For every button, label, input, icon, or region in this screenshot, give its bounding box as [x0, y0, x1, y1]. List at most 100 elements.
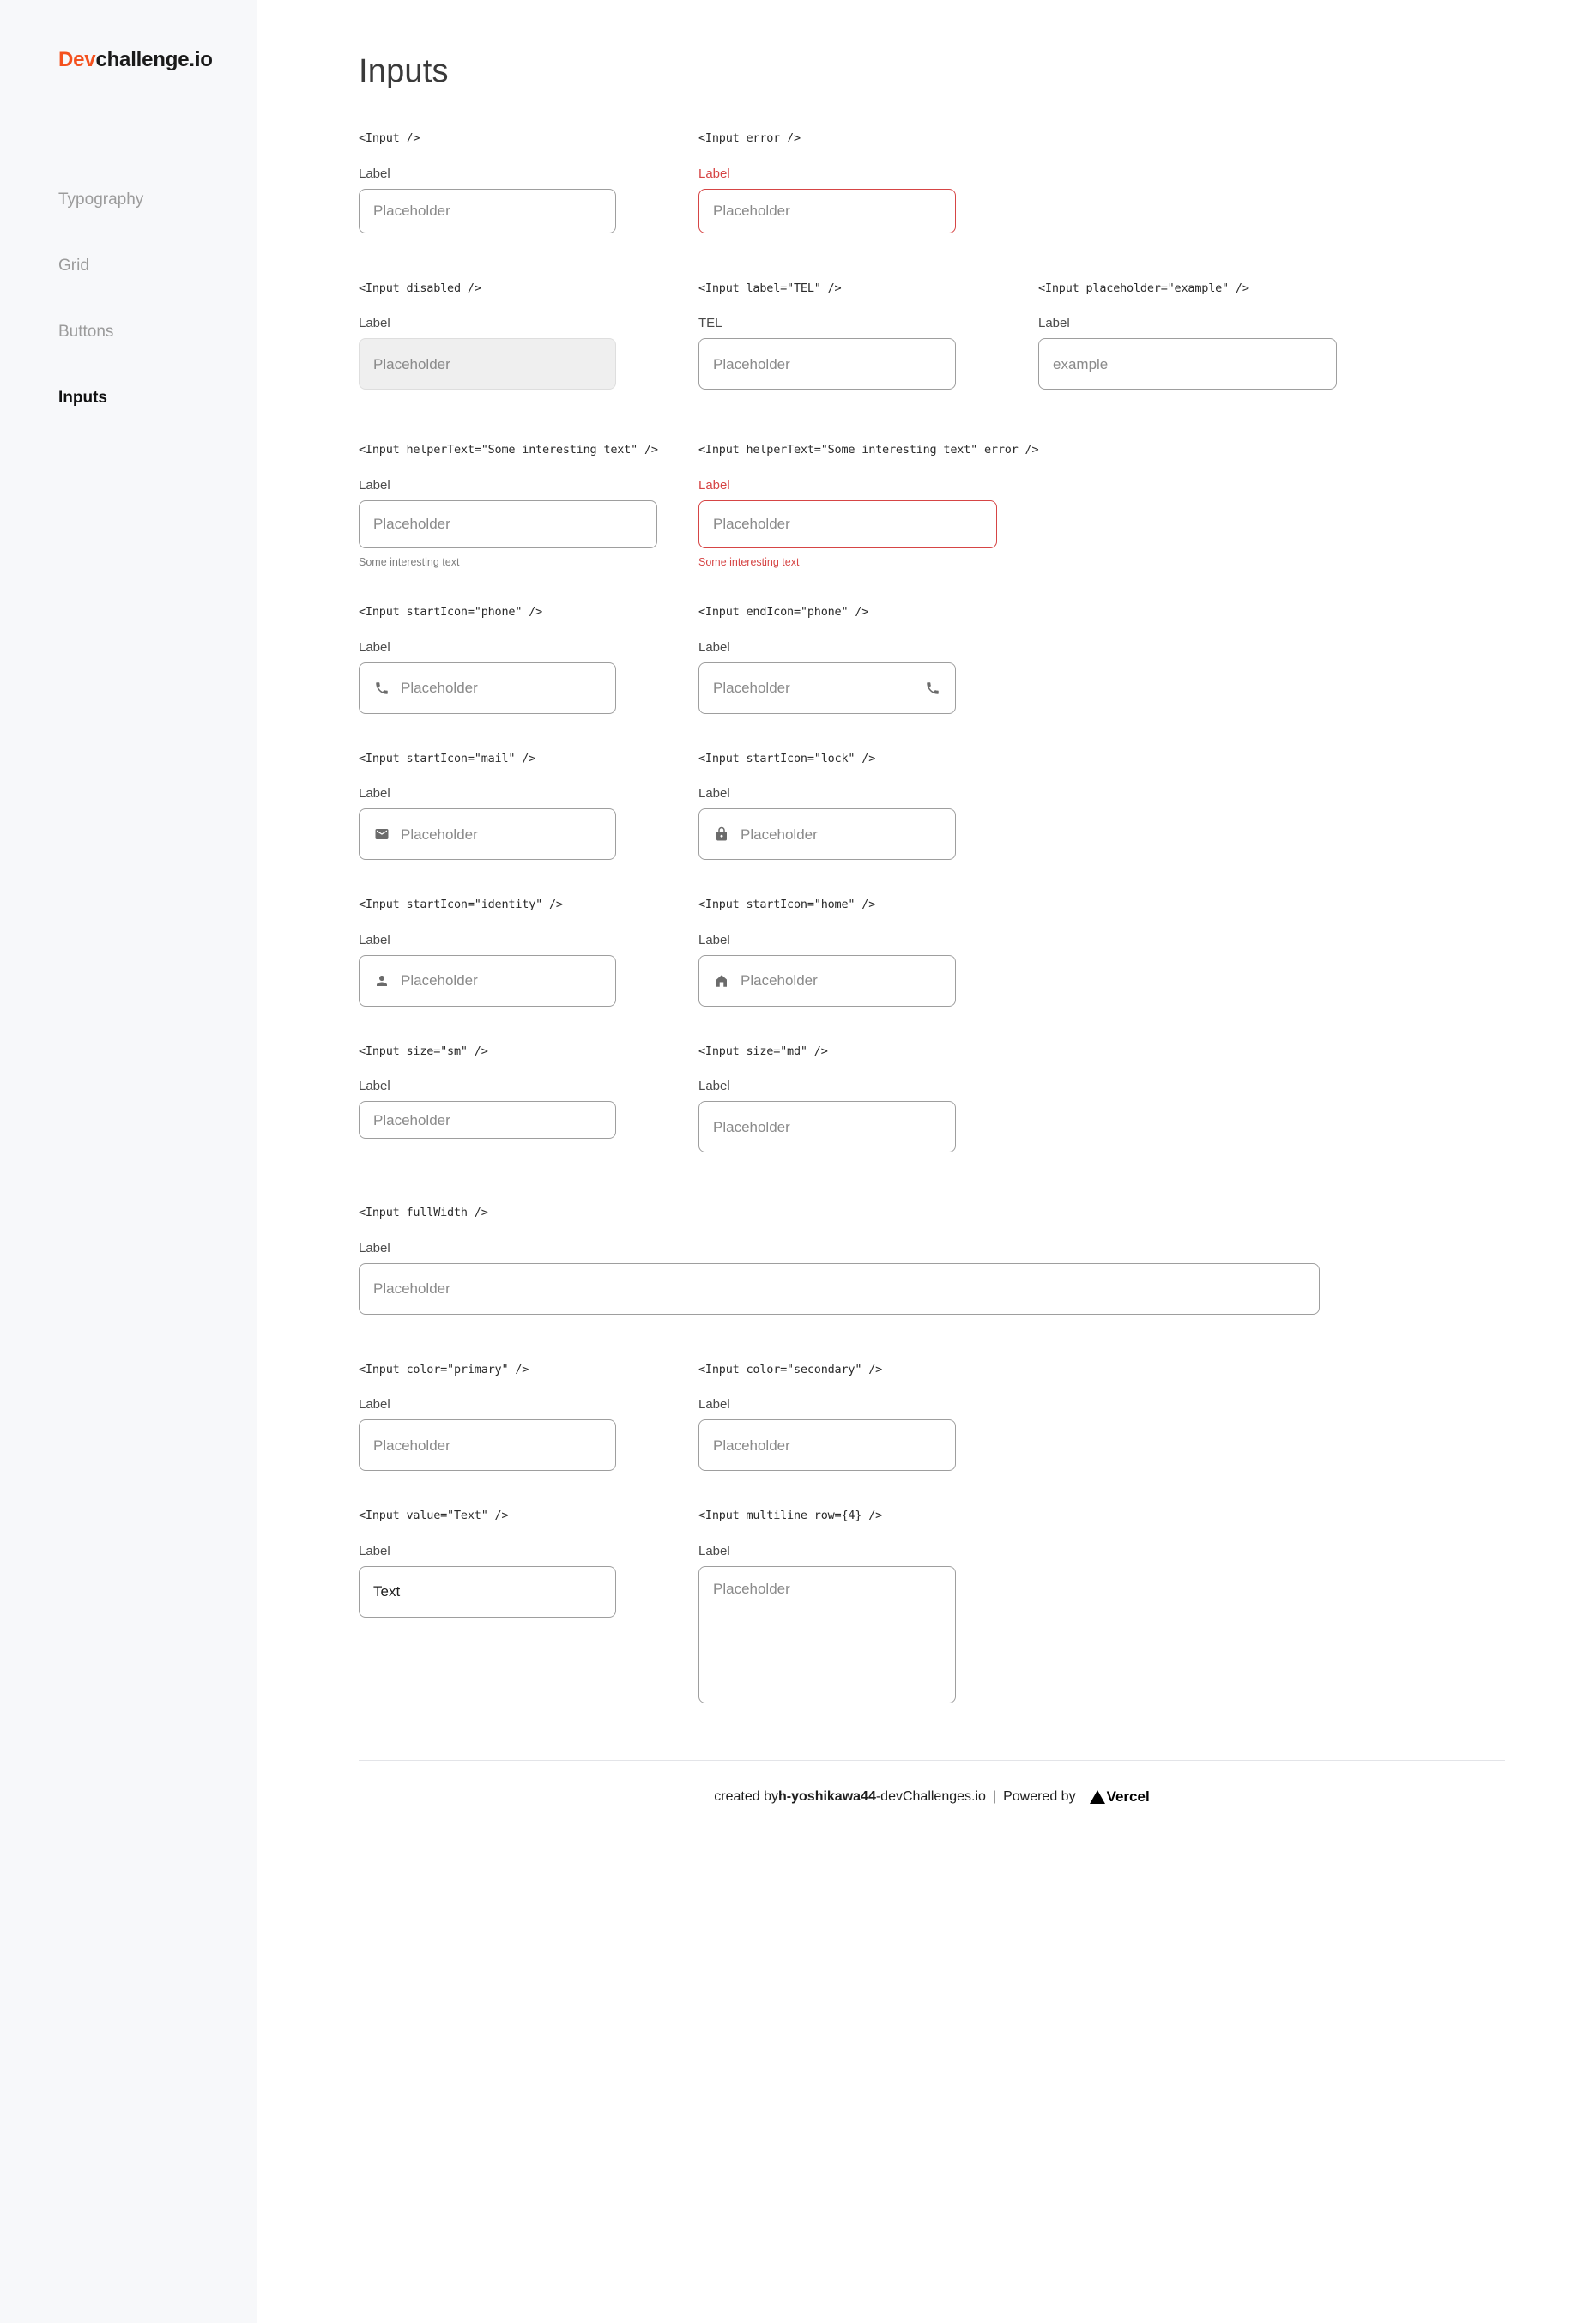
input-error[interactable]: Placeholder	[698, 189, 956, 233]
example-start-lock: <Input startIcon="lock" /> Label Placeho…	[698, 753, 1038, 861]
input-fullwidth[interactable]: Placeholder	[359, 1263, 1320, 1315]
row-basic-error: <Input /> Label Placeholder <Input error…	[359, 133, 1596, 233]
input-start-identity[interactable]: Placeholder	[359, 955, 616, 1007]
row-identity-home: <Input startIcon="identity" /> Label Pla…	[359, 899, 1596, 1007]
sidebar-item-grid[interactable]: Grid	[0, 233, 257, 299]
example-start-identity: <Input startIcon="identity" /> Label Pla…	[359, 899, 698, 1007]
lock-icon	[713, 826, 730, 843]
helper-text: Some interesting text	[698, 557, 1038, 568]
input-basic[interactable]: Placeholder	[359, 189, 616, 233]
field-group: Label Placeholder	[359, 787, 698, 860]
spacer	[359, 567, 1596, 607]
sidebar-item-buttons[interactable]: Buttons	[0, 299, 257, 365]
input-value-text[interactable]: Text	[359, 1566, 616, 1618]
mail-icon	[373, 826, 390, 843]
vercel-logo[interactable]: Vercel	[1090, 1788, 1150, 1806]
code-label: <Input placeholder="example" />	[1038, 283, 1378, 295]
input-placeholder: Placeholder	[401, 827, 478, 842]
input-placeholder: Placeholder	[741, 973, 818, 988]
input-label: TEL	[698, 317, 1038, 330]
input-label: Label	[359, 317, 698, 330]
input-label: Label	[359, 479, 698, 492]
vercel-label: Vercel	[1107, 1788, 1150, 1806]
example-multiline: <Input multiline row={4} /> Label Placeh…	[698, 1510, 1038, 1703]
field-group: Label Placeholder	[359, 317, 698, 390]
phone-icon	[924, 680, 941, 697]
input-size-sm[interactable]: Placeholder	[359, 1101, 616, 1139]
sidebar-nav: Typography Grid Buttons Inputs	[0, 166, 257, 431]
main-content: Inputs <Input /> Label Placeholder <Inpu…	[257, 0, 1596, 2323]
footer-author[interactable]: h-yoshikawa44	[778, 1789, 876, 1805]
code-label: <Input endIcon="phone" />	[698, 607, 1038, 619]
input-start-home[interactable]: Placeholder	[698, 955, 956, 1007]
code-label: <Input fullWidth />	[359, 1207, 1320, 1219]
field-group: Label Placeholder	[698, 787, 1038, 860]
input-tel[interactable]: Placeholder	[698, 338, 956, 390]
footer: created by h-yoshikawa44 - devChallenges…	[359, 1761, 1505, 1833]
phone-icon	[373, 680, 390, 697]
input-start-lock[interactable]: Placeholder	[698, 808, 956, 860]
page-title: Inputs	[359, 53, 1596, 90]
input-placeholder: Placeholder	[401, 681, 478, 695]
example-placeholder: <Input placeholder="example" /> Label ex…	[1038, 283, 1378, 390]
input-size-md[interactable]: Placeholder	[698, 1101, 956, 1152]
input-multiline[interactable]: Placeholder	[698, 1566, 956, 1703]
example-helper: <Input helperText="Some interesting text…	[359, 445, 698, 567]
row-disabled-tel-example: <Input disabled /> Label Placeholder <In…	[359, 283, 1596, 390]
example-color-primary: <Input color="primary" /> Label Placehol…	[359, 1364, 698, 1472]
footer-separator: |	[993, 1789, 996, 1805]
input-color-primary[interactable]: Placeholder	[359, 1419, 616, 1471]
input-end-phone[interactable]: Placeholder	[698, 662, 956, 714]
example-fullwidth: <Input fullWidth /> Label Placeholder	[359, 1207, 1320, 1315]
spacer	[359, 233, 1596, 283]
footer-powered-by: Powered by	[1003, 1789, 1076, 1805]
row-sizes: <Input size="sm" /> Label Placeholder <I…	[359, 1046, 1596, 1153]
code-label: <Input startIcon="home" />	[698, 899, 1038, 911]
input-color-secondary[interactable]: Placeholder	[698, 1419, 956, 1471]
field-group: Label Placeholder	[698, 1398, 1038, 1471]
input-start-mail[interactable]: Placeholder	[359, 808, 616, 860]
example-error: <Input error /> Label Placeholder	[698, 133, 1038, 233]
code-label: <Input startIcon="identity" />	[359, 899, 698, 911]
input-placeholder: Placeholder	[741, 827, 818, 842]
sidebar-item-inputs[interactable]: Inputs	[0, 365, 257, 431]
input-helper[interactable]: Placeholder	[359, 500, 657, 548]
triangle-icon	[1090, 1790, 1105, 1804]
code-label: <Input startIcon="mail" />	[359, 753, 698, 765]
footer-created-by: created by	[714, 1789, 778, 1805]
input-placeholder: Placeholder	[713, 681, 790, 695]
input-placeholder: Placeholder	[401, 973, 478, 988]
brand-prefix: Dev	[58, 48, 95, 71]
example-value: <Input value="Text" /> Label Text	[359, 1510, 698, 1618]
input-label: Label	[359, 787, 698, 800]
input-label: Label	[359, 641, 698, 654]
sidebar-item-typography[interactable]: Typography	[0, 166, 257, 233]
input-placeholder: Placeholder	[373, 357, 450, 372]
footer-site[interactable]: devChallenges.io	[880, 1789, 986, 1805]
spacer	[359, 1007, 1596, 1046]
input-placeholder: Placeholder	[713, 1120, 790, 1134]
code-label: <Input multiline row={4} />	[698, 1510, 1038, 1522]
home-icon	[713, 972, 730, 989]
brand-logo[interactable]: Devchallenge.io	[0, 50, 257, 70]
field-group: Label Placeholder	[359, 1242, 1320, 1315]
field-group: TEL Placeholder	[698, 317, 1038, 390]
input-placeholder: Placeholder	[713, 517, 790, 531]
code-label: <Input startIcon="phone" />	[359, 607, 698, 619]
input-helper-error[interactable]: Placeholder	[698, 500, 997, 548]
example-start-phone: <Input startIcon="phone" /> Label Placeh…	[359, 607, 698, 714]
input-placeholder: Placeholder	[373, 1113, 450, 1128]
input-start-phone[interactable]: Placeholder	[359, 662, 616, 714]
code-label: <Input label="TEL" />	[698, 283, 1038, 295]
input-label: Label	[359, 1080, 698, 1092]
field-group: Label Placeholder	[698, 1545, 1038, 1703]
input-example-placeholder[interactable]: example	[1038, 338, 1337, 390]
input-label: Label	[698, 1398, 1038, 1411]
field-group: Label Placeholder Some interesting text	[698, 479, 1038, 568]
field-group: Label Placeholder	[698, 1080, 1038, 1152]
example-end-phone: <Input endIcon="phone" /> Label Placehol…	[698, 607, 1038, 714]
input-label: Label	[698, 787, 1038, 800]
field-group: Label example	[1038, 317, 1378, 390]
helper-text: Some interesting text	[359, 557, 698, 568]
page-root: Devchallenge.io Typography Grid Buttons …	[0, 0, 1596, 2323]
